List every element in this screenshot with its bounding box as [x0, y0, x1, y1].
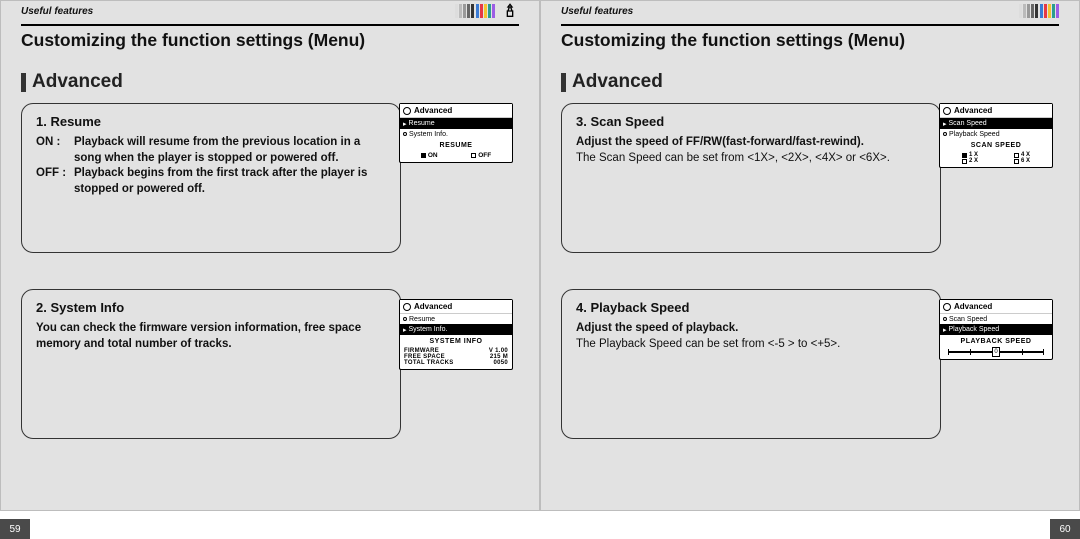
lcd-sysinfo: Advanced Resume ▸System Info. SYSTEM INF… — [399, 299, 513, 370]
scanspeed-desc: Adjust the speed of FF/RW(fast-forward/f… — [576, 135, 926, 166]
page-inner-right: Useful features Customizing the function… — [540, 0, 1080, 511]
header-left: Useful features — [1, 1, 539, 21]
page-left: Useful features Customizing the function… — [0, 0, 540, 539]
on-text: Playback will resume from the previous l… — [74, 136, 360, 164]
section-heading-right: Advanced — [561, 71, 1059, 93]
page-number-right: 60 — [1050, 519, 1080, 539]
header-icons — [455, 2, 519, 20]
lock-icon — [501, 2, 519, 20]
dot-icon — [403, 317, 407, 321]
globe-icon — [403, 303, 411, 311]
lcd-body: SYSTEM INFO FIRMWAREV 1.00 FREE SPACE215… — [400, 335, 512, 369]
page-number-left: 59 — [0, 519, 30, 539]
sysinfo-box: 2. System Info You can check the firmwar… — [21, 289, 401, 439]
lcd-row-playback: Playback Speed — [940, 129, 1052, 139]
lcd-row-resume: ▸Resume — [400, 118, 512, 129]
playback-label: 4. Playback Speed — [576, 300, 926, 315]
slider-thumb: 0 — [992, 347, 1000, 357]
lcd-body: PLAYBACK SPEED 0 — [940, 335, 1052, 359]
grid-row-2: 2 X 6 X — [944, 158, 1048, 164]
checkbox-empty-icon — [471, 153, 476, 158]
color-stripes-icon — [476, 4, 495, 18]
page-title-left: Customizing the function settings (Menu) — [1, 30, 539, 51]
dot-icon — [403, 132, 407, 136]
checkbox-filled-icon — [962, 153, 967, 158]
dot-icon — [943, 132, 947, 136]
spread: Useful features Customizing the function… — [0, 0, 1080, 539]
header-rule — [561, 24, 1059, 26]
arrow-right-icon: ▸ — [403, 326, 407, 334]
lcd-resume: Advanced ▸Resume System Info. RESUME ON … — [399, 103, 513, 163]
opt-off: OFF — [471, 152, 491, 159]
lcd-title: Advanced — [940, 104, 1052, 118]
grayscale-stripes-icon — [1019, 4, 1038, 18]
slider-tick — [970, 349, 971, 355]
slider-tick — [948, 349, 949, 355]
lcd-title: Advanced — [400, 104, 512, 118]
lcd-heading: SYSTEM INFO — [404, 338, 508, 345]
page-title-right: Customizing the function settings (Menu) — [541, 30, 1079, 51]
lcd-row-sysinfo: ▸System Info. — [400, 324, 512, 335]
arrow-right-icon: ▸ — [943, 326, 947, 334]
globe-icon — [403, 107, 411, 115]
header-label: Useful features — [561, 6, 633, 17]
slider-tick — [1043, 349, 1044, 355]
lcd-body: RESUME ON OFF — [400, 139, 512, 162]
checkbox-filled-icon — [421, 153, 426, 158]
kv-tracks: TOTAL TRACKS0050 — [404, 360, 508, 366]
scanspeed-box: 3. Scan Speed Adjust the speed of FF/RW(… — [561, 103, 941, 253]
checkbox-empty-icon — [1014, 159, 1019, 164]
lcd-heading: RESUME — [404, 142, 508, 149]
arrow-right-icon: ▸ — [403, 120, 407, 128]
section-heading-text: Advanced — [32, 71, 123, 93]
globe-icon — [943, 107, 951, 115]
playback-slider: 0 — [944, 348, 1048, 356]
lcd-title: Advanced — [400, 300, 512, 314]
lcd-options: ON OFF — [404, 152, 508, 159]
checkbox-empty-icon — [962, 159, 967, 164]
lcd-body: SCAN SPEED 1 X 4 X 2 X 6 X — [940, 139, 1052, 167]
lcd-row-sysinfo: System Info. — [400, 129, 512, 139]
lcd-row-playback: ▸Playback Speed — [940, 324, 1052, 335]
resume-desc: ON : Playback will resume from the previ… — [36, 135, 386, 197]
lcd-heading: PLAYBACK SPEED — [944, 338, 1048, 345]
lcd-row-scanspeed: ▸Scan Speed — [940, 118, 1052, 129]
off-label: OFF : — [36, 167, 66, 179]
header-icons — [1019, 4, 1059, 18]
header-right: Useful features — [541, 1, 1079, 21]
content-left: 1. Resume ON : Playback will resume from… — [1, 103, 539, 439]
resume-label: 1. Resume — [36, 114, 386, 129]
header-rule — [21, 24, 519, 26]
lcd-playback: Advanced Scan Speed ▸Playback Speed PLAY… — [939, 299, 1053, 360]
opt-6x: 6 X — [1014, 158, 1030, 164]
lcd-row-resume: Resume — [400, 314, 512, 324]
section-heading-text: Advanced — [572, 71, 663, 93]
page-inner-left: Useful features Customizing the function… — [0, 0, 540, 511]
lcd-scanspeed: Advanced ▸Scan Speed Playback Speed SCAN… — [939, 103, 1053, 168]
lcd-heading: SCAN SPEED — [944, 142, 1048, 149]
sysinfo-label: 2. System Info — [36, 300, 386, 315]
opt-2x: 2 X — [962, 158, 978, 164]
arrow-right-icon: ▸ — [943, 120, 947, 128]
slider-tick — [1022, 349, 1023, 355]
on-label: ON : — [36, 136, 60, 148]
dot-icon — [943, 317, 947, 321]
color-stripes-icon — [1040, 4, 1059, 18]
header-label: Useful features — [21, 6, 93, 17]
sysinfo-desc: You can check the firmware version infor… — [36, 321, 386, 352]
off-text: Playback begins from the first track aft… — [74, 167, 367, 195]
playback-box: 4. Playback Speed Adjust the speed of pl… — [561, 289, 941, 439]
checkbox-empty-icon — [1014, 153, 1019, 158]
globe-icon — [943, 303, 951, 311]
page-right: Useful features Customizing the function… — [540, 0, 1080, 539]
opt-on: ON — [421, 152, 438, 159]
playback-desc: Adjust the speed of playback. The Playba… — [576, 321, 926, 352]
grayscale-stripes-icon — [455, 4, 474, 18]
scanspeed-label: 3. Scan Speed — [576, 114, 926, 129]
section-heading-left: Advanced — [21, 71, 519, 93]
content-right: 3. Scan Speed Adjust the speed of FF/RW(… — [541, 103, 1079, 439]
lcd-row-scanspeed: Scan Speed — [940, 314, 1052, 324]
resume-box: 1. Resume ON : Playback will resume from… — [21, 103, 401, 253]
lcd-title: Advanced — [940, 300, 1052, 314]
